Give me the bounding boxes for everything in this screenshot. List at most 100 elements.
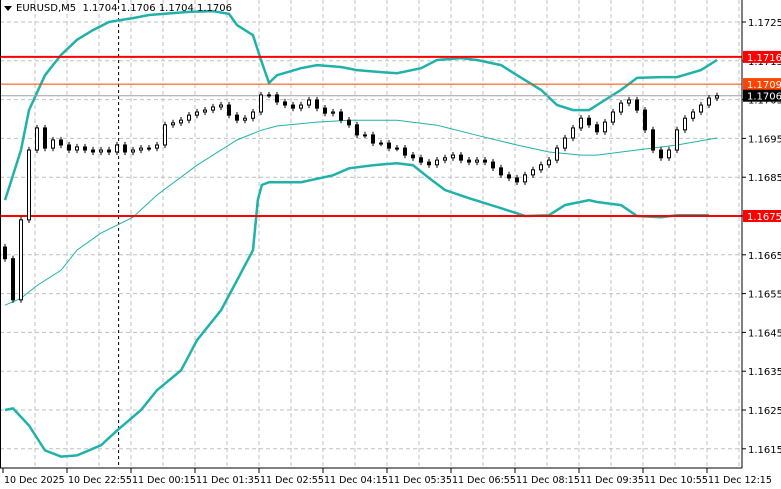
candle-bear [227,104,231,116]
y-tick-label: 1.1695 [748,134,781,145]
price-label: 1.1709 [747,80,781,91]
candle-bear [587,117,591,126]
candle-bull [75,146,79,151]
candle-bear [651,129,655,151]
x-tick-label: 11 Dec 04:15 [324,475,388,486]
candle-bear [515,177,519,183]
x-tick-label: 11 Dec 02:55 [260,475,324,486]
candle-bull [243,117,247,121]
candle-bear [339,111,343,121]
candle-bear [11,258,15,301]
candle-bear [507,174,511,179]
candle-bull [547,159,551,166]
candle-bull [475,159,479,163]
candle-bull [531,169,535,176]
x-tick-label: 11 Dec 00:15 [132,475,196,486]
candle-bull [259,94,263,113]
candle-bull [443,157,447,161]
candle-bear [635,99,639,111]
candle-bear [107,149,111,153]
candle-bull [307,99,311,106]
candle-bull [619,102,623,113]
candle-bull [195,111,199,116]
price-chart[interactable]: 1.17251.17151.17051.16951.16851.16751.16… [0,0,781,489]
candle-bull [51,139,55,149]
candle-bear [59,139,63,146]
candle-bull [699,104,703,113]
candle-bull [115,144,119,153]
candle-bull [555,147,559,161]
candle-bear [235,114,239,121]
x-tick-label: 11 Dec 10:55 [644,475,708,486]
x-tick-label: 11 Dec 09:35 [580,475,644,486]
candle-bear [291,104,295,109]
candle-bear [427,161,431,166]
candle-bear [411,154,415,159]
candle-bull [707,97,711,106]
chart-title: EURUSD,M5 1.1704 1.1706 1.1704 1.1706 [4,3,232,14]
candle-bull [435,159,439,166]
y-tick-label: 1.1635 [748,367,781,378]
candle-bull [179,119,183,124]
x-tick-label: 11 Dec 08:15 [516,475,580,486]
candle-bear [595,124,599,133]
candle-bear [315,99,319,109]
candle-bear [43,127,47,149]
candle-bull [667,149,671,159]
candle-bull [579,117,583,129]
candle-bear [67,144,71,151]
x-tick-label: 11 Dec 01:35 [196,475,260,486]
candle-bull [523,174,527,183]
candle-bull [187,114,191,121]
x-tick-label: 10 Dec 2025 [4,475,65,486]
candle-bear [83,146,87,151]
candle-bear [275,94,279,103]
symbol-label: EURUSD,M5 [16,3,77,14]
chart-window[interactable]: 1.17251.17151.17051.16951.16851.16751.16… [0,0,781,489]
ohlc-readout: 1.1704 1.1706 1.1704 1.1706 [82,3,232,14]
candle-bear [371,134,375,144]
candle-bear [283,101,287,106]
candle-bull [299,104,303,109]
candle-bull [715,95,719,99]
candle-bull [147,147,151,150]
candle-bull [131,149,135,153]
candle-bull [171,122,175,126]
bollinger-middle-band [4,119,718,306]
candle-bull [603,121,607,133]
candle-bear [403,147,407,156]
candle-bull [611,111,615,123]
candle-bear [323,107,327,114]
candle-bear [467,159,471,163]
price-label: 1.1675 [747,212,781,223]
x-tick-label: 10 Dec 22:55 [68,475,132,486]
candle-bull [331,111,335,114]
candle-bull [571,127,575,139]
candle-bull [27,149,31,221]
candle-bull [19,219,23,301]
candle-bull [379,142,383,145]
candle-bear [123,144,127,153]
y-tick-label: 1.1725 [748,18,781,29]
candle-bull [203,109,207,113]
x-tick-label: 11 Dec 05:35 [388,475,452,486]
bollinger-upper-band [3,9,718,201]
candle-bear [483,159,487,163]
candle-bull [35,127,39,151]
candle-bear [3,246,7,260]
candle-bull [211,106,215,111]
bollinger-lower-band [4,161,709,458]
candle-bull [163,124,167,146]
candle-bull [627,99,631,104]
candle-bull [451,154,455,159]
candle-bull [267,94,271,97]
y-tick-label: 1.1615 [748,445,781,456]
candle-bear [347,119,351,126]
candle-bear [499,167,503,176]
triangle-down-icon[interactable] [4,5,12,11]
price-label: 1.1716 [747,53,781,64]
price-label: 1.1706 [747,92,781,103]
x-tick-label: 11 Dec 06:55 [452,475,516,486]
x-tick-label: 11 Dec 12:15 [708,475,772,486]
candle-bull [99,149,103,153]
